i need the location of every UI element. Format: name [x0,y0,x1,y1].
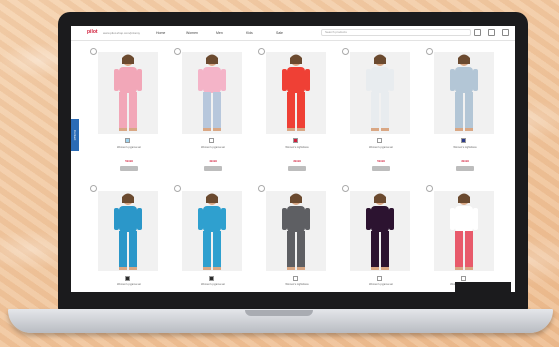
model-figure [282,193,310,270]
product-image[interactable] [182,191,242,271]
model-figure [198,54,226,131]
user-icon[interactable] [474,29,481,36]
product-card[interactable]: Women's pyjama set [87,185,171,292]
laptop-notch [245,310,313,316]
heart-icon[interactable] [90,185,97,192]
color-swatch[interactable] [293,276,298,281]
add-to-cart-button[interactable] [372,166,390,171]
site-header: pilot www.pilot-shop.com/pizamy Home Wom… [71,26,515,41]
color-swatch[interactable] [125,138,130,143]
model-figure [450,193,478,270]
add-to-cart-button[interactable] [204,166,222,171]
product-name[interactable]: Women's pyjama set [177,283,249,287]
color-swatch[interactable] [209,138,214,143]
add-to-cart-button[interactable] [288,166,306,171]
product-price: 59.99 [125,159,133,163]
product-price: 59.99 [377,159,385,163]
color-swatch[interactable] [461,276,466,281]
heart-icon[interactable] [174,185,181,192]
product-card[interactable]: Women's nightdress 39.99 [423,48,507,179]
nav-item-home[interactable]: Home [156,31,165,35]
product-image[interactable] [434,52,494,134]
product-image[interactable] [350,191,410,271]
product-image[interactable] [98,52,158,134]
product-card[interactable]: Women's nightdress [255,185,339,292]
heart-icon[interactable] [342,185,349,192]
color-swatch[interactable] [293,138,298,143]
add-to-cart-button[interactable] [456,166,474,171]
model-figure [282,54,310,131]
add-to-cart-button[interactable] [120,166,138,171]
site-logo[interactable]: pilot [87,29,98,35]
product-card[interactable]: Women's pyjama set 59.99 [339,48,423,179]
model-figure [198,193,226,270]
color-swatch[interactable] [125,276,130,281]
product-image[interactable] [98,191,158,271]
color-swatch[interactable] [377,138,382,143]
product-image[interactable] [434,191,494,271]
product-image[interactable] [266,52,326,134]
product-name[interactable]: Women's nightdress [261,146,333,150]
product-card[interactable]: Women's nightdress 39.99 [255,48,339,179]
model-figure [114,54,142,131]
heart-icon[interactable] [342,48,349,55]
search-input[interactable]: Search products [321,29,471,36]
laptop-screen: pilot www.pilot-shop.com/pizamy Home Wom… [71,26,515,292]
product-image[interactable] [350,52,410,134]
chat-widget[interactable] [455,282,511,292]
product-price: 49.99 [209,159,217,163]
product-name[interactable]: Women's nightdress [429,146,501,150]
model-figure [366,193,394,270]
header-icons [474,29,509,36]
heart-icon[interactable] [426,48,433,55]
product-name[interactable]: Women's pyjama set [345,146,417,150]
product-price: 39.99 [293,159,301,163]
nav-item-men[interactable]: Men [216,31,223,35]
model-figure [366,54,394,131]
model-figure [450,54,478,131]
product-image[interactable] [182,52,242,134]
product-card[interactable]: Women's pyjama set [171,185,255,292]
model-figure [114,193,142,270]
heart-icon[interactable] [258,48,265,55]
heart-icon[interactable] [90,48,97,55]
heart-icon[interactable] [488,29,495,36]
product-name[interactable]: Women's pyjama set [93,283,165,287]
product-image[interactable] [266,191,326,271]
product-card[interactable]: Women's pyjama set 59.99 [87,48,171,179]
product-card[interactable]: Women's pyjama set [339,185,423,292]
color-swatch[interactable] [209,276,214,281]
product-name[interactable]: Women's pyjama set [177,146,249,150]
nav-item-women[interactable]: Women [186,31,198,35]
product-name[interactable]: Women's pyjama set [93,146,165,150]
product-price: 39.99 [461,159,469,163]
heart-icon[interactable] [258,185,265,192]
nav-item-sale[interactable]: Sale [276,31,283,35]
product-name[interactable]: Women's nightdress [261,283,333,287]
product-name[interactable]: Women's pyjama set [345,283,417,287]
side-contact-tab[interactable]: Contact [71,119,79,151]
product-card[interactable]: Women's pyjama set 49.99 [171,48,255,179]
product-grid: Women's pyjama set 59.99 Women's pyjama … [87,48,507,292]
heart-icon[interactable] [426,185,433,192]
color-swatch[interactable] [461,138,466,143]
color-swatch[interactable] [377,276,382,281]
nav-item-kids[interactable]: Kids [246,31,253,35]
product-card[interactable]: Women's pyjama trousers [423,185,507,292]
cart-icon[interactable] [502,29,509,36]
heart-icon[interactable] [174,48,181,55]
address-bar[interactable]: www.pilot-shop.com/pizamy [103,31,140,35]
